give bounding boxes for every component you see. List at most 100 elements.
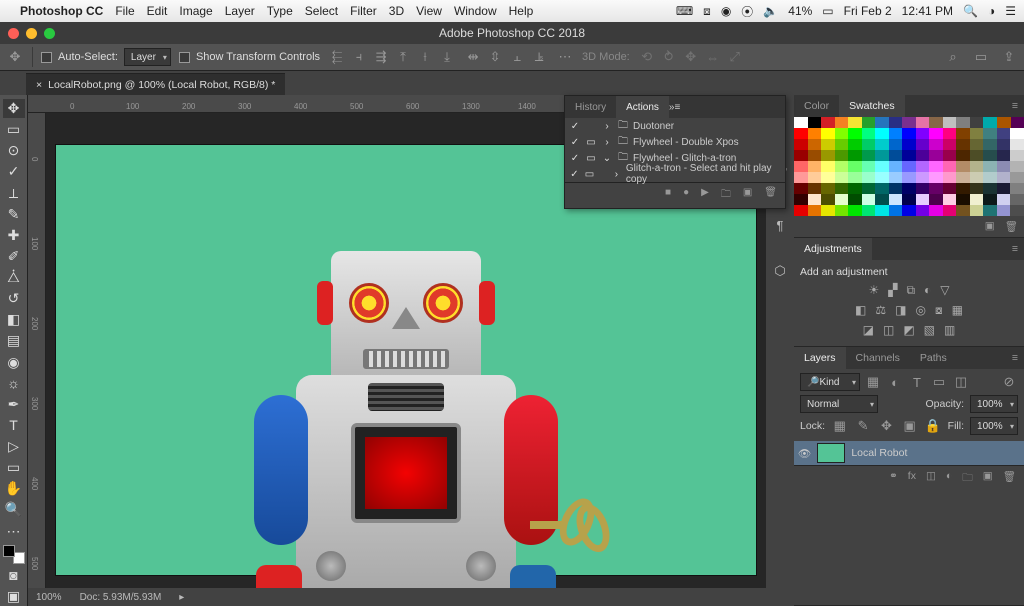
swatch[interactable] xyxy=(943,205,957,216)
lock-pixels-icon[interactable]: ✎ xyxy=(854,417,871,435)
brightness-adjust-icon[interactable]: ☀ xyxy=(868,283,879,298)
zoom-window[interactable] xyxy=(44,28,55,39)
action-row[interactable]: ✓›🗀Duotoner xyxy=(565,118,785,134)
swatch[interactable] xyxy=(835,139,849,150)
swatch[interactable] xyxy=(983,172,997,183)
distribute-left-icon[interactable]: ⫠ xyxy=(508,48,526,66)
vibrance-adjust-icon[interactable]: ▽ xyxy=(940,283,949,298)
swatch[interactable] xyxy=(956,139,970,150)
menu-view[interactable]: View xyxy=(416,4,442,18)
quick-mask-toggle[interactable]: ◙ xyxy=(3,566,25,585)
move-tool[interactable]: ✥ xyxy=(3,99,25,118)
swatch[interactable] xyxy=(943,161,957,172)
swatch[interactable] xyxy=(889,172,903,183)
delete-layer-icon[interactable]: 🗑 xyxy=(1003,470,1016,488)
swatch[interactable] xyxy=(1010,128,1024,139)
battery-icon[interactable]: ▭ xyxy=(822,4,833,18)
channel-mixer-icon[interactable]: ⧇ xyxy=(935,303,943,318)
lasso-tool[interactable]: ⊙ xyxy=(3,141,25,160)
swatch[interactable] xyxy=(794,161,808,172)
swatch[interactable] xyxy=(875,183,889,194)
swatch[interactable] xyxy=(956,183,970,194)
move-tool-icon[interactable]: ✥ xyxy=(6,48,24,66)
lock-artboard-icon[interactable]: ▣ xyxy=(901,417,918,435)
history-tab[interactable]: History xyxy=(565,96,616,118)
swatch[interactable] xyxy=(794,172,808,183)
swatch[interactable] xyxy=(916,161,930,172)
eyedropper-tool[interactable]: ✎ xyxy=(3,205,25,224)
swatch[interactable] xyxy=(862,139,876,150)
swatch[interactable] xyxy=(875,117,889,128)
brush-tool[interactable]: ✐ xyxy=(3,247,25,266)
swatch[interactable] xyxy=(808,139,822,150)
swatch[interactable] xyxy=(956,194,970,205)
posterize-adjust-icon[interactable]: ◫ xyxy=(883,323,894,337)
swatch[interactable] xyxy=(929,139,943,150)
swatch[interactable] xyxy=(943,194,957,205)
swatch[interactable] xyxy=(848,161,862,172)
swatch[interactable] xyxy=(943,117,957,128)
history-brush-tool[interactable]: ↺ xyxy=(3,289,25,308)
swatch[interactable] xyxy=(1010,150,1024,161)
document-tab[interactable]: × LocalRobot.png @ 100% (Local Robot, RG… xyxy=(26,73,285,95)
swatch[interactable] xyxy=(943,139,957,150)
swatch[interactable] xyxy=(889,150,903,161)
levels-adjust-icon[interactable]: ▞ xyxy=(888,283,897,298)
swatch[interactable] xyxy=(1011,117,1024,128)
swatch[interactable] xyxy=(848,194,862,205)
swatch[interactable] xyxy=(808,161,822,172)
swatch[interactable] xyxy=(902,150,916,161)
arrangement-icon[interactable]: ▭ xyxy=(972,48,990,66)
swatch[interactable] xyxy=(808,172,822,183)
swatch[interactable] xyxy=(821,128,835,139)
swatch[interactable] xyxy=(875,205,889,216)
swatch[interactable] xyxy=(821,117,835,128)
menu-file[interactable]: File xyxy=(115,4,134,18)
swatch[interactable] xyxy=(794,194,808,205)
swatch[interactable] xyxy=(808,183,822,194)
swatch[interactable] xyxy=(889,183,903,194)
menu-edit[interactable]: Edit xyxy=(147,4,168,18)
channels-tab[interactable]: Channels xyxy=(846,347,910,369)
swatch[interactable] xyxy=(875,172,889,183)
swatch[interactable] xyxy=(848,172,862,183)
swatch[interactable] xyxy=(970,172,984,183)
swatch[interactable] xyxy=(835,205,849,216)
gradient-tool[interactable]: ▤ xyxy=(3,331,25,350)
menu-image[interactable]: Image xyxy=(179,4,212,18)
align-bottom-edges-icon[interactable]: ⤓ xyxy=(438,48,456,66)
delete-action-icon[interactable]: 🗑 xyxy=(764,187,777,204)
swatch[interactable] xyxy=(916,139,930,150)
new-action-icon[interactable]: ▣ xyxy=(743,187,752,204)
swatch[interactable] xyxy=(970,139,984,150)
swatch[interactable] xyxy=(916,183,930,194)
sync-icon[interactable]: ◉ xyxy=(721,4,731,18)
swatch[interactable] xyxy=(808,128,822,139)
marquee-tool[interactable]: ▭ xyxy=(3,120,25,139)
actions-tab[interactable]: Actions xyxy=(616,96,669,118)
quick-select-tool[interactable]: ✓ xyxy=(3,162,25,181)
action-row[interactable]: ✓▭›🗀Flywheel - Double Xpos xyxy=(565,134,785,150)
menu-select[interactable]: Select xyxy=(305,4,338,18)
swatch[interactable] xyxy=(1010,172,1024,183)
battery-percent[interactable]: 41% xyxy=(788,4,812,18)
eraser-tool[interactable]: ◧ xyxy=(3,310,25,329)
lock-transparency-icon[interactable]: ▦ xyxy=(831,417,848,435)
clone-stamp-tool[interactable]: ⧊ xyxy=(3,268,25,287)
adjustments-tab[interactable]: Adjustments xyxy=(794,238,872,260)
swatch[interactable] xyxy=(835,150,849,161)
filter-shape-icon[interactable]: ▭ xyxy=(930,373,948,391)
screen-mode-toggle[interactable]: ▣ xyxy=(3,587,25,606)
swatch[interactable] xyxy=(970,205,984,216)
swatch[interactable] xyxy=(929,150,943,161)
swatch[interactable] xyxy=(929,161,943,172)
swatch[interactable] xyxy=(983,194,997,205)
link-layers-icon[interactable]: ⚭ xyxy=(889,470,898,488)
swatch[interactable] xyxy=(983,161,997,172)
menu-help[interactable]: Help xyxy=(509,4,534,18)
lock-position-icon[interactable]: ✥ xyxy=(878,417,895,435)
color-balance-icon[interactable]: ⚖ xyxy=(875,303,886,318)
opacity-dropdown[interactable]: 100% xyxy=(970,395,1018,413)
swatch[interactable] xyxy=(997,183,1011,194)
swatch[interactable] xyxy=(794,205,808,216)
